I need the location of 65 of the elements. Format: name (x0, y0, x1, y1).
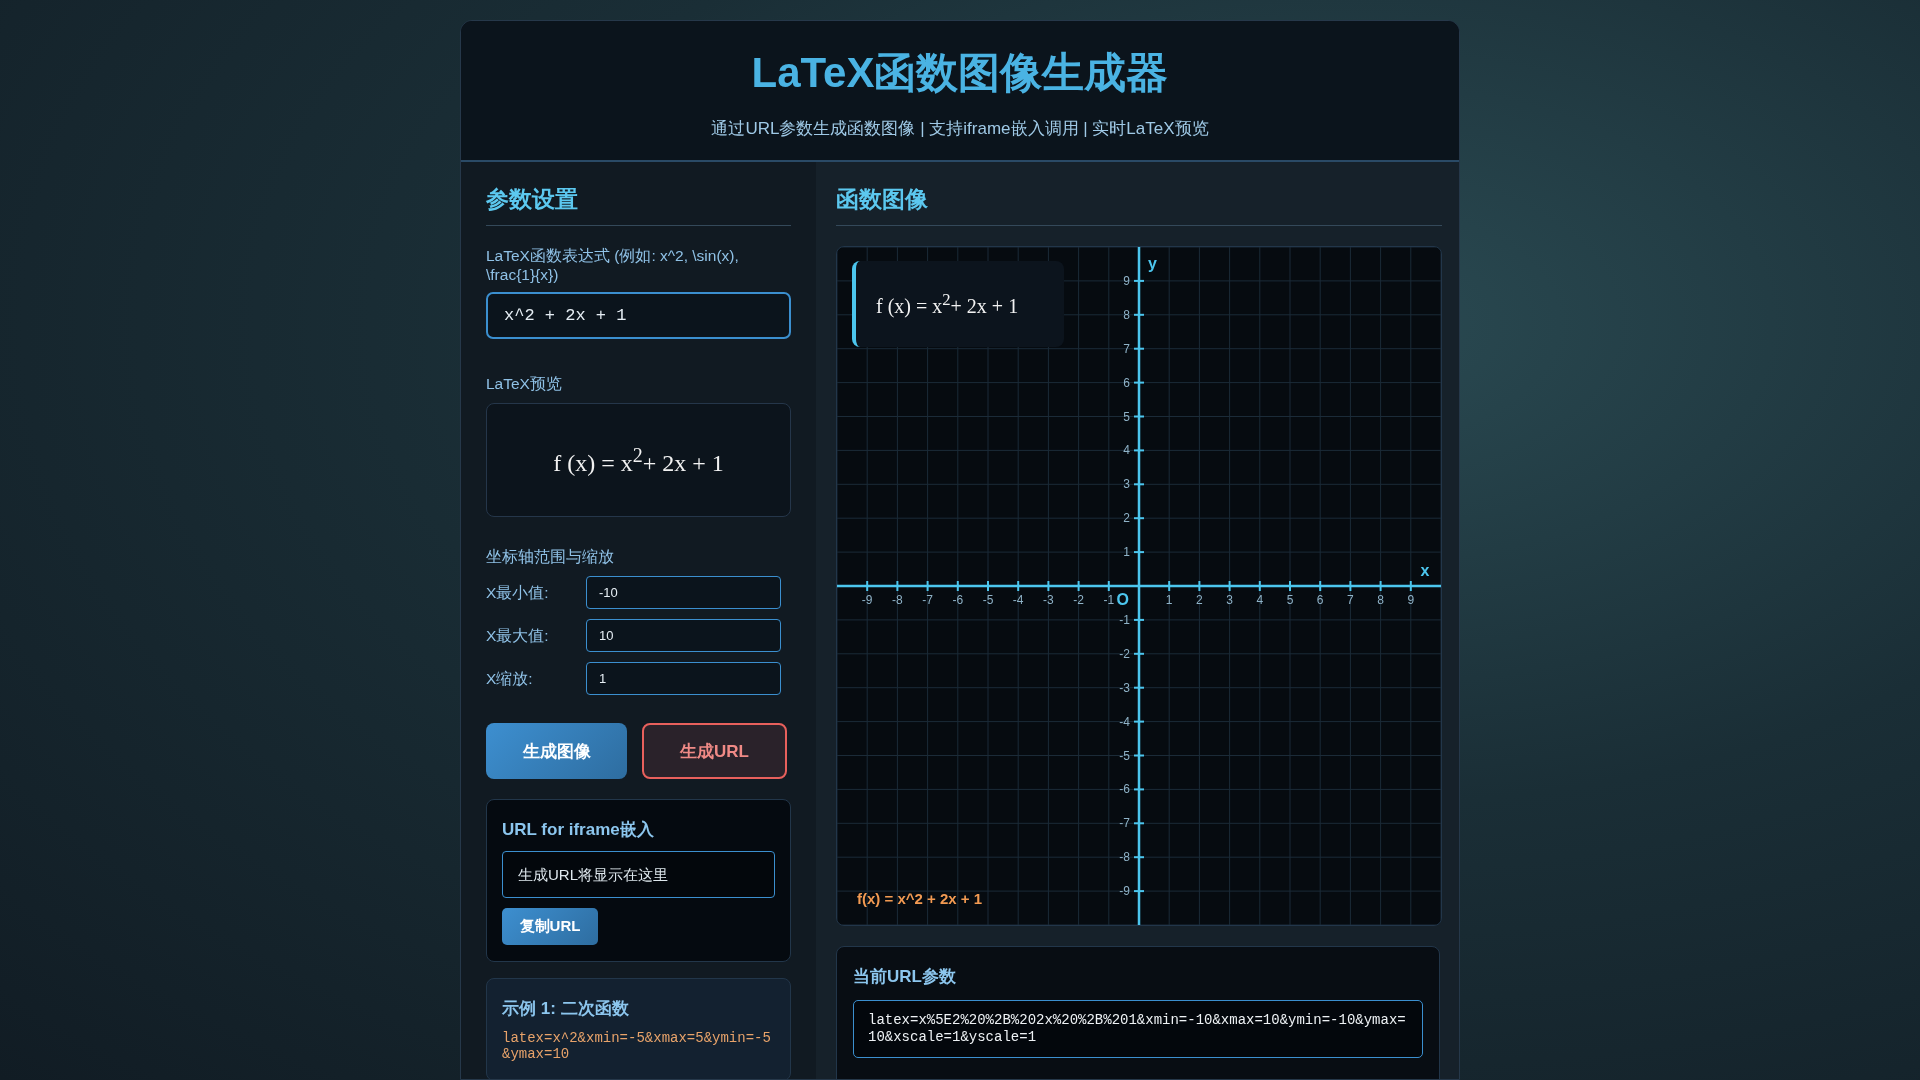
axis-input[interactable]: 10 (586, 619, 781, 652)
tick-label: -3 (1043, 593, 1054, 607)
tick-label: -5 (982, 593, 994, 607)
generate-url-button[interactable]: 生成URL (642, 723, 787, 779)
url-field[interactable]: 生成URL将显示在这里 (502, 851, 775, 898)
tick-label: 5 (1123, 409, 1130, 424)
tick-label: -7 (922, 593, 933, 607)
field-label: X最大值: (486, 626, 550, 645)
example-code: latex=x^2&xmin=-5&xmax=5&ymin=-5&ymax=10 (502, 1030, 772, 1062)
tick-label: -6 (1119, 782, 1130, 797)
axis-input[interactable]: -10 (586, 576, 781, 609)
card-title: 示例 1: 二次函数 (502, 998, 630, 1020)
tick-label: 7 (1123, 341, 1130, 356)
page-title: LaTeX函数图像生成器 (751, 48, 1169, 98)
tick-label: -1 (1119, 612, 1130, 627)
field-label: LaTeX函数表达式 (例如: x^2, \sin(x), \frac{1}{x}) (486, 246, 740, 284)
tick-label: 8 (1377, 593, 1384, 607)
tick-label: -5 (1119, 748, 1130, 763)
field-label: X最小值: (486, 583, 550, 602)
function-label: f(x) = x^2 + 2x + 1 (857, 890, 983, 907)
generate-image-button[interactable]: 生成图像 (486, 723, 627, 779)
tick-label: -9 (1119, 884, 1130, 899)
origin-label: O (1116, 591, 1129, 608)
tick-label: 1 (1123, 545, 1130, 560)
axis-input[interactable]: 1 (586, 662, 781, 695)
tick-label: -1 (1103, 593, 1115, 607)
card-title: 当前URL参数 (853, 966, 957, 988)
tick-label: 1 (1165, 593, 1173, 607)
card-title: URL for iframe嵌入 (502, 819, 655, 841)
tick-label: -9 (861, 593, 873, 607)
tick-label: 2 (1196, 593, 1203, 607)
tick-label: -2 (1073, 593, 1084, 607)
url-params-field[interactable]: latex=x%5E2%20%2B%202x%20%2B%201&xmin=-10&xmax=10&ymin=-10&ymax=10&xscale=1&yscale=1 (853, 1000, 1423, 1058)
tick-label: -8 (1119, 850, 1130, 865)
formula-preview: f (x) = x$^{2}$+ 2x + 1 (486, 403, 791, 517)
expression-input[interactable]: x^2 + 2x + 1 (486, 292, 791, 339)
page-subtitle: 通过URL参数生成函数图像 | 支持iframe嵌入调用 | 实时LaTeX预览 (711, 118, 1209, 140)
tick-label: -4 (1119, 714, 1130, 729)
tick-label: 2 (1123, 511, 1130, 526)
tick-label: 3 (1226, 593, 1233, 607)
tick-label: 7 (1347, 593, 1354, 607)
tick-label: 9 (1123, 273, 1130, 288)
tick-label: 5 (1286, 593, 1294, 607)
field-label: X缩放: (486, 669, 534, 688)
tick-label: -6 (952, 593, 964, 607)
section-title: 函数图像 (836, 184, 1442, 226)
tick-label: -3 (1119, 680, 1130, 695)
field-label: 坐标轴范围与缩放 (486, 547, 615, 566)
tick-label: 4 (1256, 593, 1264, 607)
formula-overlay: f (x) = x$^{2}$+ 2x + 1 (852, 261, 1064, 347)
tick-label: 3 (1123, 477, 1130, 492)
tick-label: 6 (1316, 593, 1324, 607)
tick-label: 8 (1123, 307, 1130, 322)
field-label: LaTeX预览 (486, 374, 563, 393)
tick-label: 4 (1123, 443, 1130, 458)
axis-label: y (1148, 255, 1157, 272)
tick-label: -8 (892, 593, 903, 607)
copy-url-button[interactable]: 复制URL (502, 908, 598, 945)
tick-label: -7 (1119, 816, 1130, 831)
axis-label: x (1420, 562, 1430, 579)
tick-label: 9 (1407, 593, 1415, 607)
tick-label: 6 (1123, 375, 1130, 390)
tick-label: -4 (1012, 593, 1024, 607)
section-title: 参数设置 (486, 184, 791, 226)
tick-label: -2 (1119, 646, 1130, 661)
